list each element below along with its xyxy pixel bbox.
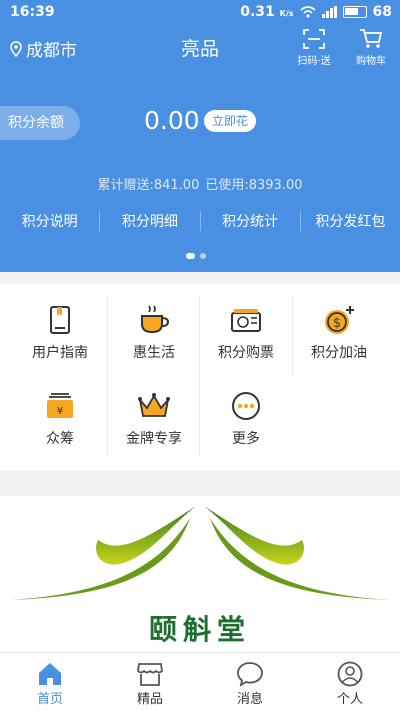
- wifi-icon: [299, 6, 316, 18]
- service-label: 用户指南: [32, 345, 88, 361]
- crown-icon: [138, 393, 170, 417]
- link-points-redpacket[interactable]: 积分发红包: [299, 211, 400, 231]
- page-indicator: [186, 253, 206, 259]
- tab-home[interactable]: 首页: [0, 653, 100, 711]
- service-label: 积分购票: [218, 345, 274, 361]
- status-bar: 16:39 0.31 K/s 68: [0, 0, 400, 26]
- tab-label: 首页: [36, 692, 63, 707]
- points-header-panel: 16:39 0.31 K/s 68 成都市 亮品 扫码·送 购物车 积分余额 0…: [0, 0, 400, 272]
- tab-profile[interactable]: 个人: [300, 653, 400, 711]
- used-total: 已使用:8393.00: [205, 178, 303, 193]
- battery-icon: [342, 6, 367, 18]
- balance-summary: 累计赠送:841.00 已使用:8393.00: [0, 174, 400, 193]
- service-label: 金牌专享: [126, 431, 182, 447]
- spend-now-button[interactable]: 立即花: [204, 110, 256, 132]
- tab-label: 精品: [136, 692, 163, 707]
- svg-text:¥: ¥: [57, 406, 63, 417]
- coin-plus-icon: $: [325, 306, 354, 334]
- service-label: 积分加油: [311, 345, 367, 361]
- service-benefit-life[interactable]: 惠生活: [108, 290, 200, 376]
- chat-icon: [237, 662, 263, 687]
- service-more[interactable]: 更多: [200, 376, 292, 462]
- brand-text: 颐斛堂: [148, 613, 251, 646]
- battery-level: 68: [372, 4, 392, 20]
- link-points-stats[interactable]: 积分统计: [199, 211, 300, 231]
- scan-icon: [303, 29, 325, 49]
- svg-text:$: $: [333, 316, 341, 331]
- service-ticket[interactable]: 积分购票: [200, 290, 292, 376]
- bottom-tab-bar: 首页 精品 消息 个人: [0, 652, 400, 711]
- cart-label: 购物车: [356, 56, 386, 67]
- guide-book-icon: [50, 306, 70, 334]
- service-fuel[interactable]: $ 积分加油: [293, 290, 385, 376]
- service-gold-vip[interactable]: 金牌专享: [108, 376, 200, 462]
- coffee-cup-icon: [141, 305, 170, 334]
- cart-icon: [360, 29, 383, 48]
- promo-banner[interactable]: 颐斛堂: [0, 496, 400, 652]
- top-nav: 成都市 亮品 扫码·送 购物车: [0, 26, 400, 70]
- ticket-icon: [231, 309, 261, 332]
- store-icon: [137, 663, 163, 686]
- tab-label: 消息: [236, 692, 263, 707]
- service-grid: 用户指南 惠生活 积分购票 $ 积分加油 ¥ 众筹 金牌专享 更多: [0, 284, 400, 470]
- cart-button[interactable]: 购物车: [344, 26, 398, 67]
- link-points-info[interactable]: 积分说明: [0, 211, 99, 231]
- home-icon: [39, 663, 61, 685]
- user-icon: [337, 661, 363, 687]
- tab-label: 个人: [336, 692, 363, 707]
- tab-boutique[interactable]: 精品: [100, 653, 200, 711]
- net-speed: 0.31: [240, 4, 275, 20]
- signal-icon: [321, 6, 337, 18]
- link-points-detail[interactable]: 积分明细: [99, 211, 199, 231]
- service-label: 众筹: [46, 431, 74, 447]
- wallet-icon: ¥: [47, 393, 73, 418]
- service-crowdfund[interactable]: ¥ 众筹: [14, 376, 106, 462]
- tab-messages[interactable]: 消息: [200, 653, 300, 711]
- service-label: 更多: [232, 431, 260, 447]
- brand-logo-leaves: [10, 506, 390, 600]
- balance-value: 0.00: [144, 106, 200, 135]
- gifted-total: 累计赠送:841.00: [97, 178, 200, 193]
- service-user-guide[interactable]: 用户指南: [14, 290, 106, 376]
- scan-button[interactable]: 扫码·送: [287, 26, 341, 67]
- status-time: 16:39: [10, 4, 55, 20]
- balance-label: 积分余额: [0, 106, 80, 140]
- more-dots-icon: [232, 392, 260, 420]
- quick-links: 积分说明 积分明细 积分统计 积分发红包: [0, 211, 400, 231]
- net-unit: K/s: [279, 9, 294, 18]
- service-label: 惠生活: [133, 345, 175, 361]
- scan-label: 扫码·送: [297, 56, 331, 67]
